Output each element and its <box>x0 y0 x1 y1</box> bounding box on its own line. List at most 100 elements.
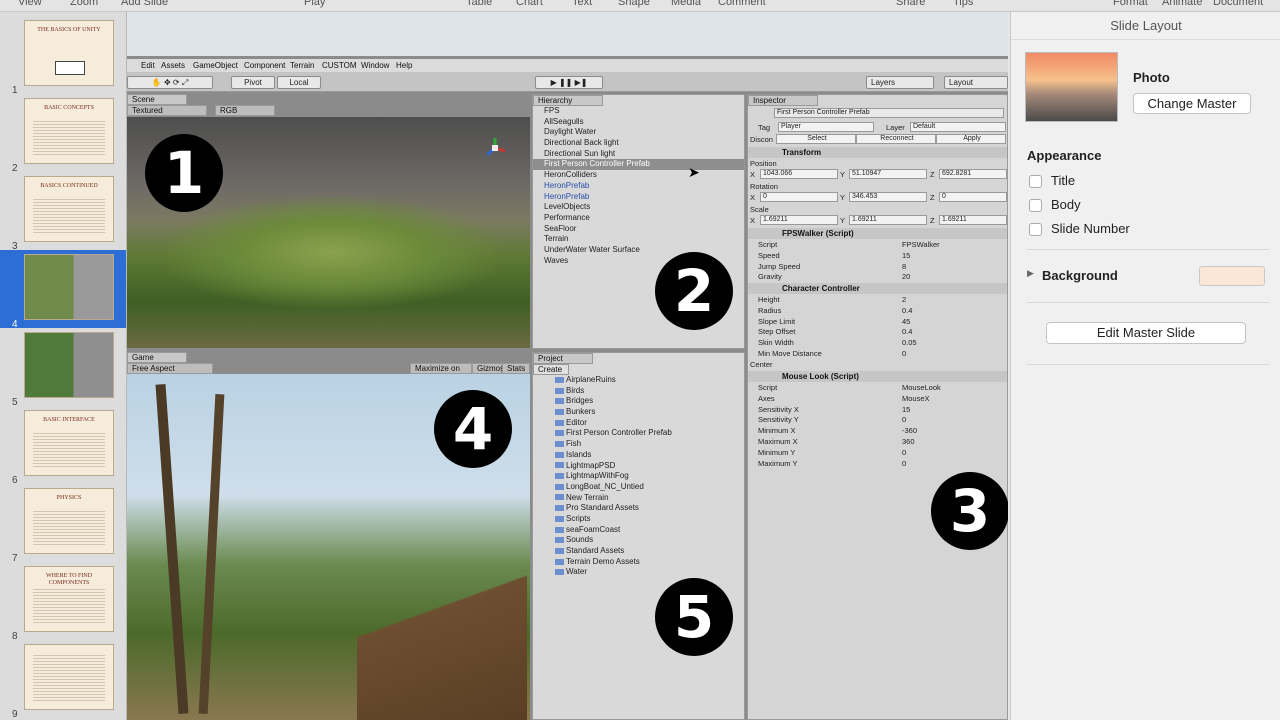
character-controller-header[interactable]: Character Controller <box>748 283 1007 294</box>
hierarchy-tab[interactable]: Hierarchy <box>533 95 603 106</box>
share-button[interactable]: Share <box>896 0 925 8</box>
hierarchy-item[interactable]: Directional Sun light <box>533 149 744 160</box>
position-y-field[interactable]: 51.10947 <box>849 169 927 179</box>
project-item[interactable]: Islands <box>533 450 744 461</box>
property-value[interactable]: 0 <box>902 459 906 468</box>
property-value[interactable]: 0.05 <box>902 338 917 347</box>
object-name-field[interactable]: First Person Controller Prefab <box>774 108 1004 118</box>
project-item[interactable]: Bunkers <box>533 407 744 418</box>
hierarchy-item[interactable]: Daylight Water <box>533 127 744 138</box>
project-item[interactable]: New Terrain <box>533 493 744 504</box>
local-toggle[interactable]: Local <box>277 76 321 89</box>
hierarchy-item[interactable]: AllSeagulls <box>533 117 744 128</box>
animate-button[interactable]: Animate <box>1162 0 1202 8</box>
project-item[interactable]: Standard Assets <box>533 546 744 557</box>
property-value[interactable]: 2 <box>902 295 906 304</box>
property-value[interactable]: 20 <box>902 272 910 281</box>
body-checkbox-row[interactable]: Body <box>1029 197 1081 213</box>
view-button[interactable]: View <box>18 0 42 8</box>
hierarchy-item[interactable]: Terrain <box>533 234 744 245</box>
property-value[interactable]: MouseLook <box>902 383 941 392</box>
property-value[interactable]: -360 <box>902 426 917 435</box>
transform-header[interactable]: Transform <box>748 147 1007 158</box>
mouse-look-header[interactable]: Mouse Look (Script) <box>748 371 1007 382</box>
slide-thumbnail-4[interactable]: 4 <box>0 250 126 330</box>
scale-z-field[interactable]: 1.69211 <box>939 215 1007 225</box>
menu-window[interactable]: Window <box>361 61 389 70</box>
edit-master-slide-button[interactable]: Edit Master Slide <box>1046 322 1246 344</box>
layers-dropdown[interactable]: Layers <box>866 76 934 89</box>
slide-thumbnail-2[interactable]: 2 BASIC CONCEPTS <box>0 94 126 174</box>
scene-tab[interactable]: Scene <box>127 94 187 105</box>
project-item[interactable]: seaFoamCoast <box>533 525 744 536</box>
hierarchy-item[interactable]: HeronColliders <box>533 170 744 181</box>
property-value[interactable]: 0.4 <box>902 327 912 336</box>
menu-help[interactable]: Help <box>396 61 412 70</box>
slide-thumbnail-8[interactable]: 8 WHERE TO FIND COMPONENTS <box>0 562 126 642</box>
shape-button[interactable]: Shape <box>618 0 650 8</box>
project-item[interactable]: Water <box>533 567 744 578</box>
fpswalker-header[interactable]: FPSWalker (Script) <box>748 228 1007 239</box>
center-label[interactable]: Center <box>750 360 773 369</box>
project-item[interactable]: Scripts <box>533 514 744 525</box>
project-item[interactable]: Terrain Demo Assets <box>533 557 744 568</box>
select-button[interactable]: Select <box>776 134 856 144</box>
hierarchy-item[interactable]: FPS <box>533 106 744 117</box>
project-item[interactable]: Fish <box>533 439 744 450</box>
text-button[interactable]: Text <box>572 0 592 8</box>
inspector-tab[interactable]: Inspector <box>748 95 818 106</box>
project-item[interactable]: Birds <box>533 386 744 397</box>
property-value[interactable]: 0 <box>902 448 906 457</box>
maximize-on-play-toggle[interactable]: Maximize on Play <box>410 363 472 382</box>
media-button[interactable]: Media <box>671 0 701 8</box>
zoom-button[interactable]: Zoom <box>70 0 98 8</box>
disclosure-triangle-icon[interactable]: ▶ <box>1027 268 1034 279</box>
background-label[interactable]: Background <box>1042 268 1118 283</box>
scene-gizmo-icon[interactable] <box>484 137 506 159</box>
property-value[interactable]: 0 <box>902 349 906 358</box>
menu-edit[interactable]: Edit <box>141 61 155 70</box>
menu-component[interactable]: Component <box>244 61 285 70</box>
slide-thumbnail-9[interactable]: 9 <box>0 640 126 720</box>
hierarchy-item[interactable]: Performance <box>533 213 744 224</box>
checkbox[interactable] <box>1029 223 1042 237</box>
stats-toggle[interactable]: Stats <box>502 363 530 374</box>
create-dropdown[interactable]: Create <box>533 364 569 375</box>
chart-button[interactable]: Chart <box>516 0 543 8</box>
project-item[interactable]: AirplaneRuins <box>533 375 744 386</box>
rotation-z-field[interactable]: 0 <box>939 192 1007 202</box>
project-item[interactable]: Sounds <box>533 535 744 546</box>
tips-button[interactable]: Tips <box>953 0 973 8</box>
hierarchy-item[interactable]: HeronPrefab <box>533 181 744 192</box>
tag-dropdown[interactable]: Player <box>778 122 874 132</box>
rotation-y-field[interactable]: 346.453 <box>849 192 927 202</box>
slide-thumbnail-3[interactable]: 3 BASICS CONTINUED <box>0 172 126 252</box>
hierarchy-item[interactable]: SeaFloor <box>533 224 744 235</box>
game-tab[interactable]: Game <box>127 352 187 363</box>
property-value[interactable]: 360 <box>902 437 915 446</box>
project-item[interactable]: LightmapWithFog <box>533 471 744 482</box>
hierarchy-item[interactable]: First Person Controller Prefab <box>533 159 744 171</box>
background-color-well[interactable] <box>1199 266 1265 286</box>
menu-terrain[interactable]: Terrain <box>290 61 314 70</box>
transform-tools[interactable]: ✋ ✥ ⟳ ⤢ <box>127 76 213 89</box>
slide-thumbnail-7[interactable]: 7 PHYSICS <box>0 484 126 564</box>
slide-thumbnail-6[interactable]: 6 BASIC INTERFACE <box>0 406 126 486</box>
scale-x-field[interactable]: 1.69211 <box>760 215 838 225</box>
rotation-x-field[interactable]: 0 <box>760 192 838 202</box>
hierarchy-item[interactable]: Directional Back light <box>533 138 744 149</box>
position-x-field[interactable]: 1043.066 <box>760 169 838 179</box>
property-value[interactable]: 15 <box>902 251 910 260</box>
property-value[interactable]: 15 <box>902 405 910 414</box>
layout-dropdown[interactable]: Layout <box>944 76 1008 89</box>
document-button[interactable]: Document <box>1213 0 1263 8</box>
property-value[interactable]: FPSWalker <box>902 240 940 249</box>
property-value[interactable]: 0 <box>902 415 906 424</box>
position-z-field[interactable]: 692.8281 <box>939 169 1007 179</box>
project-item[interactable]: Editor <box>533 418 744 429</box>
change-master-button[interactable]: Change Master <box>1133 93 1251 114</box>
checkbox[interactable] <box>1029 175 1042 189</box>
property-value[interactable]: 0.4 <box>902 306 912 315</box>
project-item[interactable]: Pro Standard Assets <box>533 503 744 514</box>
comment-button[interactable]: Comment <box>718 0 766 8</box>
